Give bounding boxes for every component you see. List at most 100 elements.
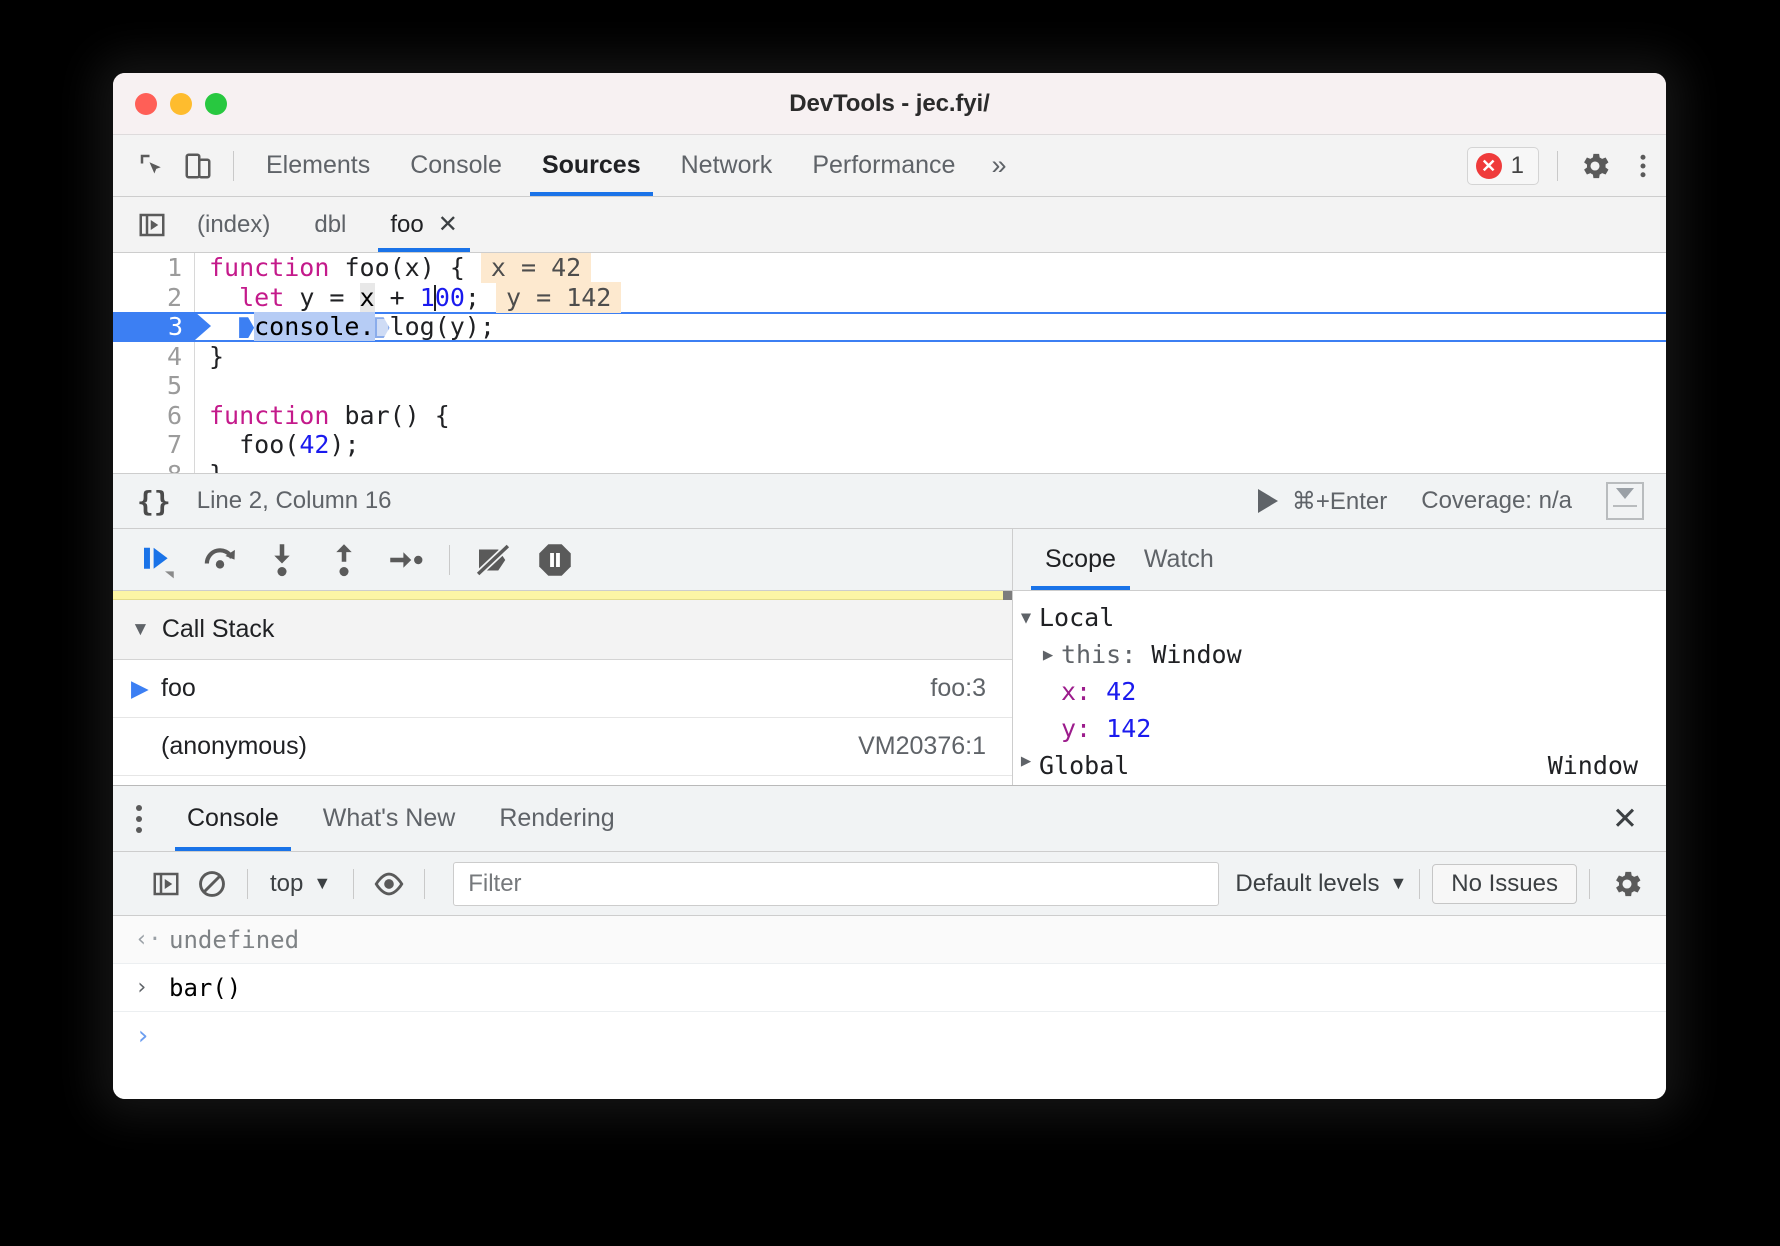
line-number[interactable]: 2 bbox=[113, 283, 195, 313]
call-stack-frame-name: foo bbox=[161, 674, 930, 703]
console-prompt-row[interactable]: › bbox=[113, 1012, 1666, 1060]
step-out-of-current-function-icon[interactable] bbox=[313, 529, 375, 591]
tab-console[interactable]: Console bbox=[390, 135, 522, 196]
deactivate-breakpoints-icon[interactable] bbox=[462, 529, 524, 591]
tab-performance-label: Performance bbox=[812, 151, 955, 180]
code-line[interactable]: 8 } bbox=[113, 460, 1666, 474]
scope-group-name: Global bbox=[1039, 751, 1129, 780]
pretty-print-icon[interactable]: {} bbox=[137, 485, 171, 518]
line-number[interactable]: 8 bbox=[113, 460, 195, 474]
gear-icon[interactable] bbox=[1602, 867, 1652, 901]
inline-breakpoint-marker-disabled-icon[interactable] bbox=[375, 317, 390, 338]
scope-row-this[interactable]: ▶this: Window bbox=[1013, 636, 1666, 673]
snapshot-icon[interactable] bbox=[1606, 482, 1644, 520]
code-token: foo( bbox=[209, 430, 299, 459]
tab-network[interactable]: Network bbox=[661, 135, 793, 196]
line-number[interactable]: 1 bbox=[113, 253, 195, 283]
scope-row-local[interactable]: ▼Local bbox=[1013, 599, 1666, 636]
tab-elements[interactable]: Elements bbox=[246, 135, 390, 196]
step-icon[interactable] bbox=[375, 529, 437, 591]
close-icon[interactable]: ✕ bbox=[1612, 801, 1638, 837]
step-over-next-function-call-icon[interactable] bbox=[189, 529, 251, 591]
code-line[interactable]: 2 let y = x + 100;y = 142 bbox=[113, 283, 1666, 313]
devtools-main-toolbar: Elements Console Sources Network Perform… bbox=[113, 135, 1666, 197]
drawer-tab-bar: Console What's New Rendering ✕ bbox=[113, 786, 1666, 852]
run-snippet-button[interactable]: ⌘+Enter bbox=[1258, 487, 1387, 516]
inspect-element-icon[interactable] bbox=[129, 143, 175, 189]
resize-handle[interactable] bbox=[113, 591, 1012, 600]
console-message-list[interactable]: ‹· undefined › bar() › bbox=[113, 916, 1666, 1099]
kebab-menu-icon[interactable] bbox=[113, 805, 165, 833]
call-stack-row[interactable]: ▶ foo foo:3 bbox=[113, 660, 1012, 718]
console-sidebar-icon[interactable] bbox=[143, 861, 189, 907]
log-levels-selector[interactable]: Default levels ▼ bbox=[1235, 870, 1407, 898]
chevron-down-icon[interactable]: ▼ bbox=[131, 619, 150, 641]
issues-button[interactable]: No Issues bbox=[1432, 864, 1577, 904]
drawer-tab-whats-new[interactable]: What's New bbox=[301, 786, 478, 851]
code-token-selected: console. bbox=[254, 312, 374, 341]
gear-icon[interactable] bbox=[1570, 149, 1620, 183]
line-content: } bbox=[195, 342, 224, 371]
chevron-right-icon[interactable]: ▶ bbox=[1013, 751, 1039, 780]
resume-script-execution-icon[interactable] bbox=[127, 529, 189, 591]
code-line[interactable]: 7 foo(42); bbox=[113, 430, 1666, 460]
scope-row-y[interactable]: y: 142 bbox=[1013, 710, 1666, 747]
snapshot-triangle bbox=[1616, 488, 1634, 499]
inline-value-decoration: y = 142 bbox=[496, 282, 621, 313]
coverage-label: Coverage: n/a bbox=[1421, 487, 1572, 515]
scope-panel: Scope Watch ▼Local ▶this: Window x: 42 bbox=[1013, 529, 1666, 785]
tab-scope-label: Scope bbox=[1045, 545, 1116, 574]
live-expression-icon[interactable] bbox=[366, 861, 412, 907]
scope-row-x[interactable]: x: 42 bbox=[1013, 673, 1666, 710]
toolbar-divider bbox=[233, 151, 234, 181]
call-stack-frame-location: VM20376:1 bbox=[858, 732, 986, 761]
step-into-next-function-call-icon[interactable] bbox=[251, 529, 313, 591]
show-navigator-icon[interactable] bbox=[129, 202, 175, 248]
code-token: ; bbox=[465, 283, 480, 312]
console-toolbar-divider-5 bbox=[1589, 869, 1590, 899]
scope-tree[interactable]: ▼Local ▶this: Window x: 42 y: 142 ▶Globa… bbox=[1013, 591, 1666, 784]
scope-row-global[interactable]: ▶GlobalWindow bbox=[1013, 747, 1666, 784]
file-tab-index[interactable]: (index) bbox=[175, 197, 292, 252]
line-number[interactable]: 6 bbox=[113, 401, 195, 431]
device-toolbar-icon[interactable] bbox=[175, 143, 221, 189]
tab-sources-label: Sources bbox=[542, 151, 641, 180]
chevron-down-icon[interactable]: ▼ bbox=[1013, 608, 1039, 628]
kebab-dot bbox=[136, 827, 142, 833]
more-tabs-chevron-icon[interactable]: » bbox=[975, 150, 1022, 181]
pause-on-exceptions-icon[interactable] bbox=[524, 529, 586, 591]
line-number-current[interactable]: 3 bbox=[113, 312, 195, 342]
line-number[interactable]: 5 bbox=[113, 371, 195, 401]
code-line[interactable]: 5 bbox=[113, 371, 1666, 401]
code-indent bbox=[209, 283, 239, 312]
line-number[interactable]: 7 bbox=[113, 430, 195, 460]
inline-breakpoint-marker-icon[interactable] bbox=[239, 317, 254, 338]
drawer-tab-console[interactable]: Console bbox=[165, 786, 301, 851]
kebab-menu-icon[interactable] bbox=[1620, 151, 1666, 181]
close-icon[interactable]: ✕ bbox=[438, 210, 458, 239]
error-count-badge[interactable]: ✕ 1 bbox=[1467, 147, 1539, 185]
call-stack-row[interactable]: (anonymous) VM20376:1 bbox=[113, 718, 1012, 776]
tab-sources[interactable]: Sources bbox=[522, 135, 661, 196]
call-stack-section-header[interactable]: ▼ Call Stack bbox=[113, 600, 1012, 660]
file-tab-foo[interactable]: foo ✕ bbox=[368, 197, 479, 252]
clear-console-icon[interactable] bbox=[189, 861, 235, 907]
execution-context-selector[interactable]: top ▼ bbox=[260, 870, 341, 898]
file-tab-dbl[interactable]: dbl bbox=[292, 197, 368, 252]
code-line[interactable]: 6 function bar() { bbox=[113, 401, 1666, 431]
code-token-highlighted: x bbox=[360, 283, 375, 312]
code-line-current-execution[interactable]: 3 console.log(y); bbox=[113, 312, 1666, 342]
tab-scope[interactable]: Scope bbox=[1031, 529, 1130, 590]
code-line[interactable]: 4 } bbox=[113, 342, 1666, 372]
filter-input[interactable]: Filter bbox=[453, 862, 1219, 906]
drawer-tab-rendering[interactable]: Rendering bbox=[477, 786, 636, 851]
prompt-caret-icon: › bbox=[135, 1021, 153, 1051]
line-number[interactable]: 4 bbox=[113, 342, 195, 372]
tab-watch[interactable]: Watch bbox=[1130, 529, 1228, 590]
chevron-right-icon[interactable]: ▶ bbox=[1035, 645, 1061, 665]
result-arrow-icon: ‹· bbox=[135, 927, 153, 952]
kebab-dot bbox=[136, 816, 142, 822]
source-code-editor[interactable]: 1 function foo(x) {x = 42 2 let y = x + … bbox=[113, 253, 1666, 473]
tab-performance[interactable]: Performance bbox=[792, 135, 975, 196]
code-line[interactable]: 1 function foo(x) {x = 42 bbox=[113, 253, 1666, 283]
